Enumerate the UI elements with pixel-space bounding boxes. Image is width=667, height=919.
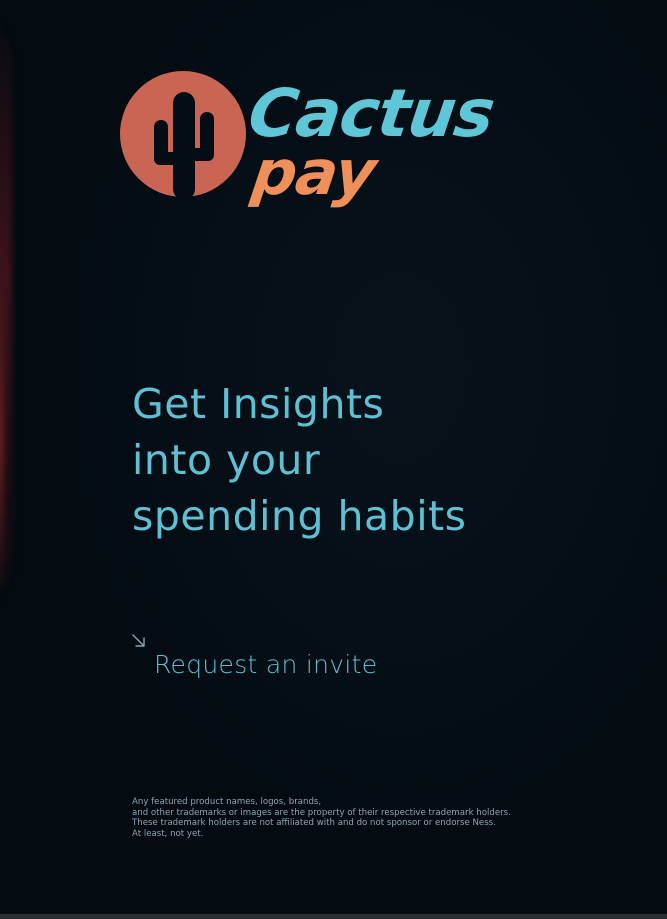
- request-invite-link[interactable]: Request an invite: [154, 650, 377, 679]
- disclaimer-line-2: and other trademarks or images are the p…: [132, 807, 511, 818]
- hero-headline: Get Insights into your spending habits: [132, 376, 612, 544]
- landing-page: Cactus pay Get Insights into your spendi…: [0, 0, 667, 919]
- disclaimer-line-1: Any featured product names, logos, brand…: [132, 797, 322, 807]
- disclaimer-line-3: These trademark holders are not affiliat…: [132, 818, 496, 829]
- disclaimer-line-4: At least, not yet.: [132, 828, 204, 839]
- headline-line-2: into your: [132, 436, 321, 484]
- logo-word-pay: pay: [247, 136, 383, 209]
- edge-glow-accent: [0, 280, 4, 600]
- trademark-disclaimer: Any featured product names, logos, brand…: [132, 797, 632, 839]
- headline-line-3: spending habits: [132, 492, 467, 540]
- headline-line-1: Get Insights: [132, 380, 385, 428]
- cactus-pay-logo: Cactus pay: [118, 66, 538, 216]
- bottom-bar: [0, 914, 667, 919]
- arrow-down-right-icon: [132, 634, 145, 647]
- logo-graphic: Cactus pay: [120, 71, 499, 209]
